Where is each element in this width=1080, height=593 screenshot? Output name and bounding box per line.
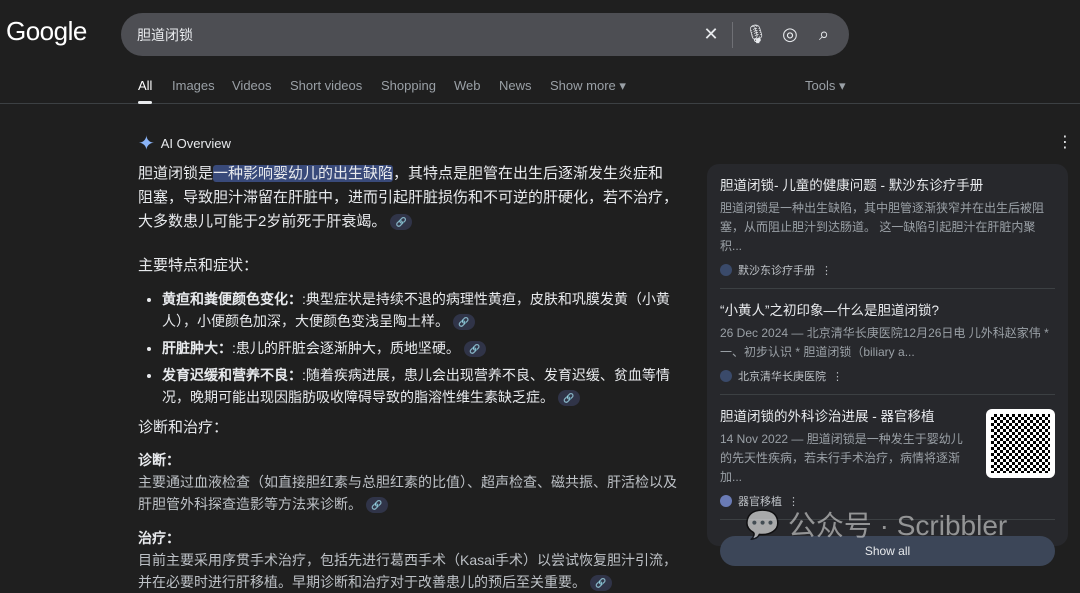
- more-options-icon[interactable]: ⋮: [788, 495, 799, 508]
- search-input[interactable]: 胆道闭锁: [137, 25, 688, 45]
- clear-icon[interactable]: ✕: [700, 24, 722, 46]
- source-card[interactable]: 胆道闭锁的外科诊治进展 - 器官移植 14 Nov 2022 — 胆道闭锁是一种…: [720, 395, 1055, 520]
- tab-videos[interactable]: Videos: [232, 78, 272, 93]
- link-icon[interactable]: 🔗: [366, 497, 388, 514]
- dx-heading: 诊断和治疗：: [138, 419, 229, 436]
- tab-all[interactable]: All: [138, 78, 153, 104]
- item-text: :患儿的肝脏会逐渐肿大，质地坚硬。: [232, 340, 460, 356]
- sparkle-icon: ✦: [138, 133, 155, 155]
- source-site: 默沙东诊疗手册: [738, 265, 815, 277]
- treatment-text: 目前主要采用序贯手术治疗，包括先进行葛西手术（Kasai手术）以尝试恢复胆汁引流…: [138, 549, 678, 593]
- link-icon[interactable]: 🔗: [463, 341, 486, 358]
- item-title: 黄疸和粪便颜色变化：: [162, 291, 302, 307]
- source-card[interactable]: “小黄人”之初印象—什么是胆道闭锁? 26 Dec 2024 — 北京清华长庚医…: [720, 289, 1055, 395]
- tab-shopping[interactable]: Shopping: [381, 78, 436, 93]
- more-options-icon[interactable]: ⋮: [821, 264, 832, 277]
- more-options-icon[interactable]: ⋮: [1057, 132, 1073, 152]
- diagnosis-label: 诊断：: [138, 452, 180, 468]
- source-site: 北京清华长庚医院: [738, 371, 826, 383]
- source-snippet: 胆道闭锁是一种出生缺陷，其中胆管逐渐狭窄并在出生后被阻塞，从而阻止胆汁到达肠道。…: [720, 201, 1045, 253]
- intro-paragraph: 胆道闭锁是一种影响婴幼儿的出生缺陷，其特点是胆管在出生后逐渐发生炎症和阻塞，导致…: [138, 162, 678, 234]
- diagnosis-text: 主要通过血液检查（如直接胆红素与总胆红素的比值）、超声检查、磁共振、肝活检以及肝…: [138, 471, 678, 515]
- source-snippet: 26 Dec 2024 — 北京清华长庚医院12月26日电 儿外科赵家伟 * 一…: [720, 326, 1049, 359]
- link-icon[interactable]: 🔗: [558, 390, 580, 407]
- tab-images[interactable]: Images: [172, 78, 215, 93]
- source-snippet: 14 Nov 2022 — 胆道闭锁是一种发生于婴幼儿的先天性疾病，若未行手术治…: [720, 432, 963, 484]
- site-logo-icon: [720, 495, 732, 507]
- source-title[interactable]: “小黄人”之初印象—什么是胆道闭锁?: [720, 301, 1055, 321]
- link-icon[interactable]: 🔗: [453, 314, 475, 331]
- item-title: 发育迟缓和营养不良：: [162, 367, 302, 383]
- list-item: 发育迟缓和营养不良：:随着疾病进展，患儿会出现营养不良、发育迟缓、贫血等情况，晚…: [162, 364, 678, 408]
- item-title: 肝脏肿大：: [162, 340, 232, 356]
- search-tabs: All Images Videos Short videos Shopping …: [0, 76, 1080, 104]
- tab-short-videos[interactable]: Short videos: [290, 78, 362, 93]
- tools-button[interactable]: Tools ▾: [805, 78, 846, 94]
- features-heading: 主要特点和症状：: [138, 257, 259, 274]
- globe-icon: [720, 370, 732, 382]
- source-title[interactable]: 胆道闭锁- 儿童的健康问题 - 默沙东诊疗手册: [720, 176, 1055, 196]
- features-list: 黄疸和粪便颜色变化：:典型症状是持续不退的病理性黄疸，皮肤和巩膜发黄（小黄人），…: [138, 288, 678, 408]
- intro-text: 胆道闭锁是: [138, 165, 214, 182]
- microphone-icon[interactable]: 🎙: [745, 24, 768, 46]
- ai-overview-header: ✦ AI Overview: [138, 131, 231, 156]
- link-icon[interactable]: 🔗: [390, 214, 413, 231]
- lens-icon[interactable]: ◎: [779, 24, 801, 46]
- highlighted-text: 一种影响婴幼儿的出生缺陷: [213, 165, 394, 182]
- tab-web[interactable]: Web: [454, 78, 481, 93]
- more-options-icon[interactable]: ⋮: [832, 370, 843, 383]
- sources-panel: 胆道闭锁- 儿童的健康问题 - 默沙东诊疗手册 胆道闭锁是一种出生缺陷，其中胆管…: [707, 164, 1068, 566]
- link-icon[interactable]: 🔗: [590, 575, 612, 592]
- list-item: 肝脏肿大：:患儿的肝脏会逐渐肿大，质地坚硬。🔗: [162, 337, 678, 359]
- google-logo[interactable]: Google: [6, 16, 87, 47]
- source-site: 器官移植: [738, 496, 782, 508]
- list-item: 黄疸和粪便颜色变化：:典型症状是持续不退的病理性黄疸，皮肤和巩膜发黄（小黄人），…: [162, 288, 678, 332]
- ai-overview-content: 胆道闭锁是一种影响婴幼儿的出生缺陷，其特点是胆管在出生后逐渐发生炎症和阻塞，导致…: [138, 162, 678, 593]
- source-title[interactable]: 胆道闭锁的外科诊治进展 - 器官移植: [720, 407, 973, 427]
- source-card[interactable]: 胆道闭锁- 儿童的健康问题 - 默沙东诊疗手册 胆道闭锁是一种出生缺陷，其中胆管…: [720, 164, 1055, 289]
- tab-news[interactable]: News: [499, 78, 532, 93]
- search-icon[interactable]: ⌕: [813, 24, 835, 46]
- diagnosis-body: 主要通过血液检查（如直接胆红素与总胆红素的比值）、超声检查、磁共振、肝活检以及肝…: [138, 474, 677, 512]
- ai-overview-label: AI Overview: [160, 136, 231, 151]
- qr-code-thumbnail: [986, 409, 1055, 478]
- tab-show-more[interactable]: Show more ▾: [550, 78, 626, 94]
- treatment-label: 治疗：: [138, 530, 180, 546]
- show-all-button[interactable]: Show all: [720, 536, 1055, 566]
- globe-icon: [720, 264, 732, 276]
- search-box[interactable]: 胆道闭锁 ✕ 🎙 ◎ ⌕: [121, 13, 849, 56]
- divider: [732, 21, 733, 48]
